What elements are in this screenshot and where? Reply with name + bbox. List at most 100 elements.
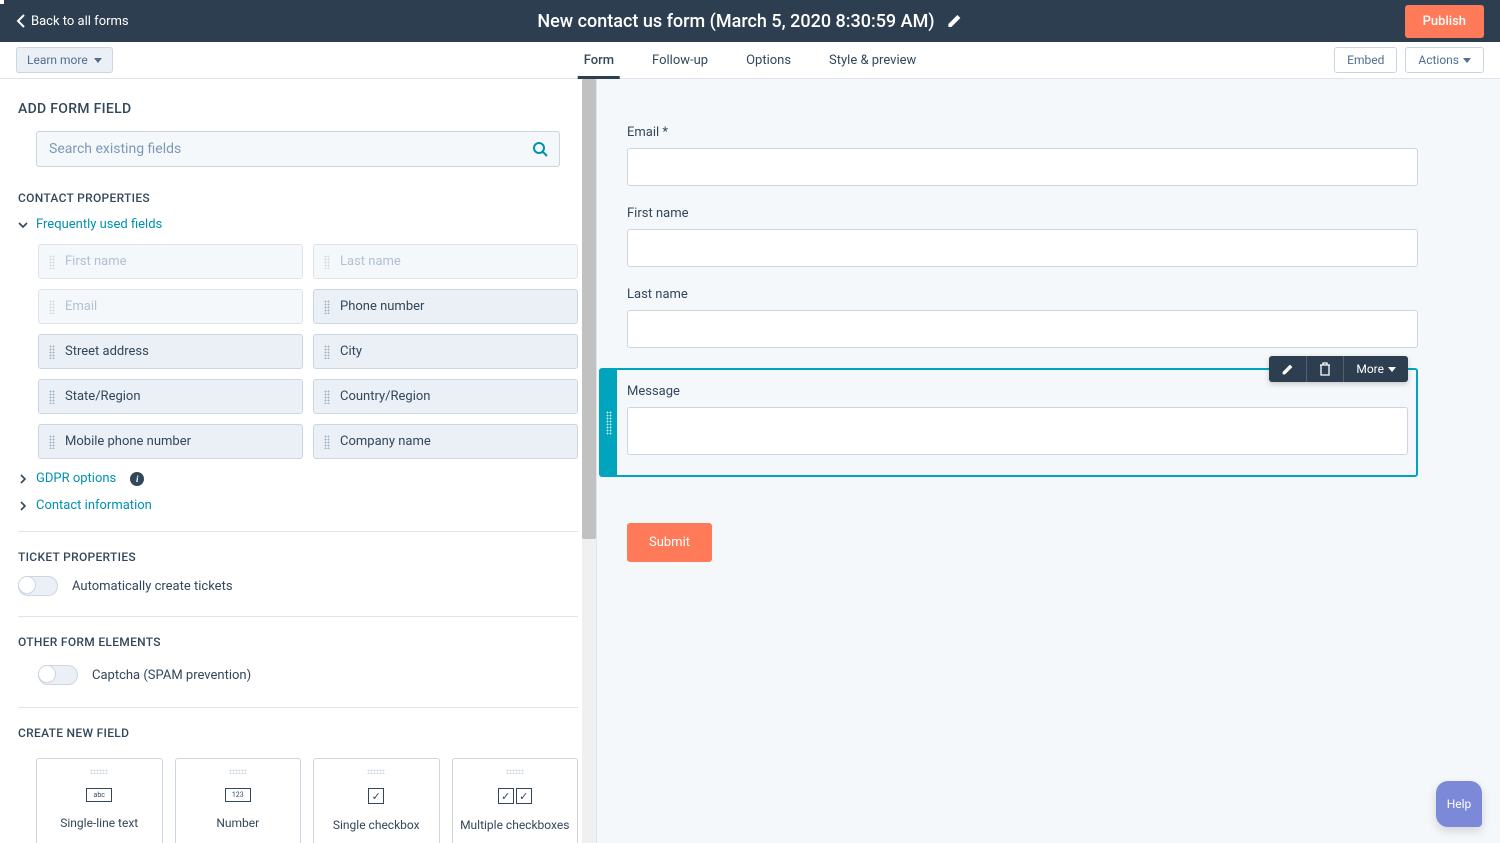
tab-options[interactable]: Options xyxy=(746,42,791,78)
form-field-email[interactable]: Email * xyxy=(627,125,1418,186)
field-label: State/Region xyxy=(65,389,141,404)
field-label: City xyxy=(340,344,362,359)
field-company-name[interactable]: Company name xyxy=(313,424,578,459)
email-input[interactable] xyxy=(627,148,1418,186)
auto-tickets-toggle[interactable] xyxy=(18,576,58,596)
chevron-right-icon xyxy=(18,474,28,484)
checkbox-icon: ✓ xyxy=(368,788,384,804)
caret-down-icon xyxy=(94,58,102,63)
publish-button[interactable]: Publish xyxy=(1405,5,1484,38)
field-phone-number[interactable]: Phone number xyxy=(313,289,578,324)
field-label: Street address xyxy=(65,344,149,359)
selected-drag-handle[interactable] xyxy=(601,370,617,475)
back-to-forms-link[interactable]: Back to all forms xyxy=(0,14,129,29)
number-icon: 123 xyxy=(225,788,251,802)
field-label: Phone number xyxy=(340,299,424,314)
drag-handle-icon xyxy=(324,390,330,404)
frequently-used-toggle[interactable]: Frequently used fields xyxy=(18,217,578,232)
create-new-field-heading: CREATE NEW FIELD xyxy=(18,726,578,740)
pencil-icon xyxy=(1281,363,1294,376)
learn-more-button[interactable]: Learn more xyxy=(16,47,113,73)
multi-checkbox-icon: ✓✓ xyxy=(498,788,532,804)
field-last-name: Last name xyxy=(313,244,578,279)
create-number[interactable]: 123 Number xyxy=(175,758,302,843)
second-bar: Learn more Form Follow-up Options Style … xyxy=(0,42,1500,79)
form-field-last-name[interactable]: Last name xyxy=(627,287,1418,348)
delete-field-button[interactable] xyxy=(1307,356,1344,382)
divider xyxy=(18,707,578,708)
field-street-address[interactable]: Street address xyxy=(38,334,303,369)
other-elements-heading: OTHER FORM ELEMENTS xyxy=(18,635,578,649)
field-grid: First name Last name Email Phone number … xyxy=(18,244,578,459)
captcha-row: Captcha (SPAM prevention) xyxy=(18,665,578,685)
field-email: Email xyxy=(38,289,303,324)
auto-tickets-row: Automatically create tickets xyxy=(18,576,578,596)
top-bar: Back to all forms New contact us form (M… xyxy=(0,0,1500,42)
field-label: First name xyxy=(65,254,126,269)
divider xyxy=(18,531,578,532)
scrollbar-thumb[interactable] xyxy=(582,79,596,539)
actions-button[interactable]: Actions xyxy=(1405,47,1484,73)
create-multiple-checkboxes[interactable]: ✓✓ Multiple checkboxes xyxy=(452,758,579,843)
field-first-name: First name xyxy=(38,244,303,279)
drag-handle-icon xyxy=(49,345,55,359)
drag-handle-icon xyxy=(324,435,330,449)
create-single-line-text[interactable]: abc Single-line text xyxy=(36,758,163,843)
field-country-region[interactable]: Country/Region xyxy=(313,379,578,414)
contact-info-label: Contact information xyxy=(36,498,152,513)
field-mobile-phone[interactable]: Mobile phone number xyxy=(38,424,303,459)
gdpr-label: GDPR options xyxy=(36,471,116,486)
drag-handle-icon xyxy=(49,300,55,314)
field-label: Country/Region xyxy=(340,389,430,404)
field-city[interactable]: City xyxy=(313,334,578,369)
chevron-down-icon xyxy=(18,220,28,230)
tab-form[interactable]: Form xyxy=(584,42,614,78)
create-single-checkbox[interactable]: ✓ Single checkbox xyxy=(313,758,440,843)
drag-handle-icon xyxy=(506,769,524,774)
search-icon[interactable] xyxy=(532,141,548,157)
captcha-label: Captcha (SPAM prevention) xyxy=(92,668,251,683)
more-button[interactable]: More xyxy=(1344,356,1408,382)
create-label: Number xyxy=(216,816,259,830)
help-button[interactable]: Help xyxy=(1436,781,1482,827)
sidebar: ADD FORM FIELD CONTACT PROPERTIES Freque… xyxy=(0,79,596,843)
ticket-properties-heading: TICKET PROPERTIES xyxy=(18,550,578,564)
learn-more-label: Learn more xyxy=(27,53,88,67)
edit-field-button[interactable] xyxy=(1269,356,1307,382)
field-label-message: Message xyxy=(627,384,1408,399)
message-textarea[interactable] xyxy=(627,407,1408,455)
form-preview: Email * First name Last name xyxy=(597,79,1500,592)
submit-button[interactable]: Submit xyxy=(627,523,712,562)
last-name-input[interactable] xyxy=(627,310,1418,348)
create-label: Single checkbox xyxy=(333,818,420,832)
field-label-last-name: Last name xyxy=(627,287,1418,302)
tab-follow-up[interactable]: Follow-up xyxy=(652,42,708,78)
contact-information-toggle[interactable]: Contact information xyxy=(18,498,578,513)
drag-handle-icon xyxy=(49,435,55,449)
search-input[interactable] xyxy=(36,131,560,167)
create-grid: abc Single-line text 123 Number ✓ Single… xyxy=(18,758,578,843)
caret-down-icon xyxy=(1388,367,1396,372)
first-name-input[interactable] xyxy=(627,229,1418,267)
tabs: Form Follow-up Options Style & preview xyxy=(584,42,917,78)
form-field-first-name[interactable]: First name xyxy=(627,206,1418,267)
field-label: Mobile phone number xyxy=(65,434,191,449)
form-field-message-selected[interactable]: More Message xyxy=(599,368,1418,477)
tab-style-preview[interactable]: Style & preview xyxy=(829,42,916,78)
captcha-toggle[interactable] xyxy=(38,665,78,685)
search-box xyxy=(36,131,560,167)
drag-handle-icon xyxy=(606,411,612,435)
selected-toolbar: More xyxy=(1269,356,1408,382)
pencil-icon[interactable] xyxy=(947,13,963,29)
add-field-heading: ADD FORM FIELD xyxy=(18,101,578,117)
chevron-right-icon xyxy=(18,501,28,511)
field-state-region[interactable]: State/Region xyxy=(38,379,303,414)
text-icon: abc xyxy=(86,788,112,802)
drag-handle-icon xyxy=(90,769,108,774)
drag-handle-icon xyxy=(367,769,385,774)
drag-handle-icon xyxy=(324,255,330,269)
embed-button[interactable]: Embed xyxy=(1334,47,1397,73)
form-title-wrap: New contact us form (March 5, 2020 8:30:… xyxy=(537,11,962,32)
info-icon[interactable]: i xyxy=(130,472,144,486)
gdpr-options-toggle[interactable]: GDPR options i xyxy=(18,471,578,486)
